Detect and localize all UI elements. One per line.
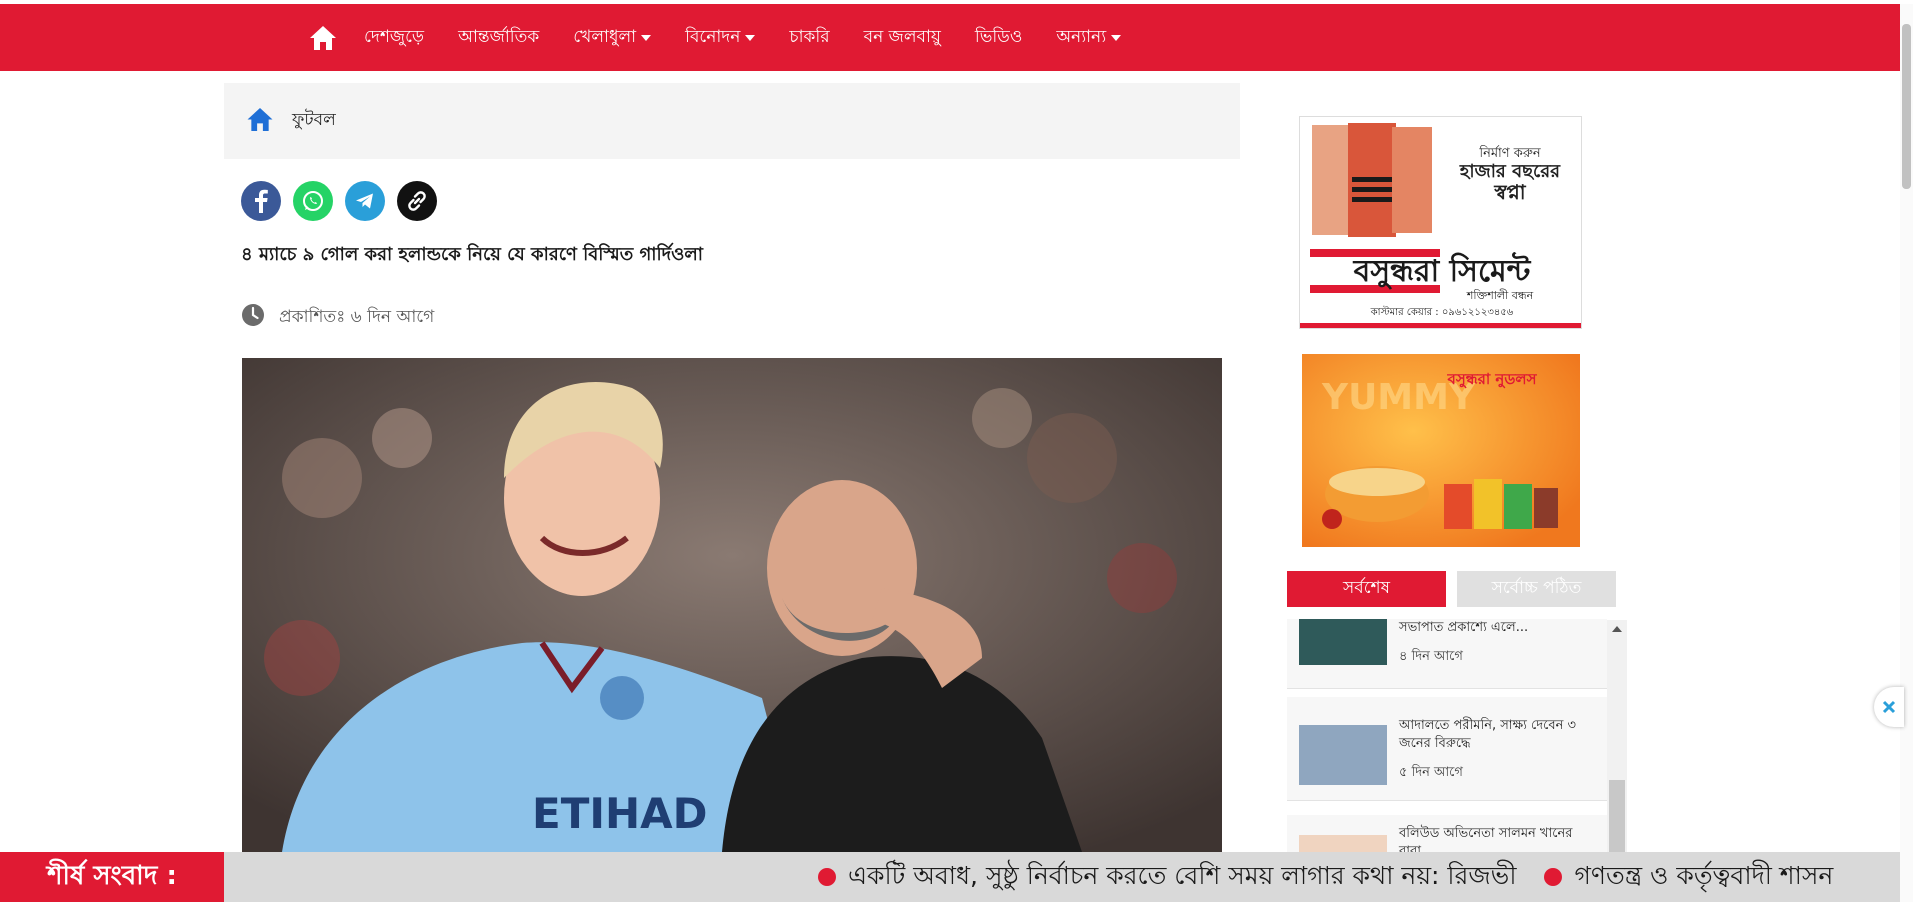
ad-banner-noodles[interactable]: YUMMY বসুন্ধরা নুডলস [1302, 354, 1580, 547]
nav-item-label: খেলাধুলা [573, 26, 637, 47]
published-label: প্রকাশিতঃ ৬ দিন আগে [279, 306, 435, 327]
news-list: সভাপাত প্রকাশ্যে এলে... ৪ দিন আগে আদালতে… [1287, 619, 1627, 852]
news-tabs: সর্বশেষ সর্বোচ্চ পঠিত [1287, 571, 1616, 607]
nav-item-label: বিনোদন [685, 26, 741, 47]
ad1-tagline3: স্বপ্না [1493, 180, 1526, 204]
ad1-sub: শক্তিশালী বন্ধন [1466, 289, 1534, 302]
scroll-thumb[interactable] [1609, 780, 1625, 852]
nav-item-entertainment[interactable]: বিনোদন [685, 24, 756, 52]
ad1-tagline1: নির্মাণ করুন [1478, 145, 1541, 161]
breadcrumb-category[interactable]: ফুটবল [292, 107, 336, 135]
nav-item-label: ভিডিও [974, 26, 1023, 47]
telegram-icon [356, 193, 373, 209]
main-navbar: দেশজুড়ে আন্তর্জাতিক খেলাধুলা বিনোদন চাক… [0, 4, 1900, 71]
ticker-item-text: গণতন্ত্র ও কর্তৃত্ববাদী শাসন [1574, 860, 1834, 890]
ad1-tagline2: হাজার বছরের [1459, 161, 1561, 182]
ticker-track: একটি অবাধ, সুষ্ঠু নির্বাচন করতে বেশি সময… [224, 852, 1900, 902]
nav-item-video[interactable]: ভিডিও [975, 24, 1022, 52]
ticker-label: শীর্ষ সংবাদ : [0, 852, 224, 902]
headline-ticker: শীর্ষ সংবাদ : একটি অবাধ, সুষ্ঠু নির্বাচন… [0, 852, 1900, 902]
ad1-brand: বসুন্ধরা সিমেন্ট [1353, 252, 1532, 290]
scroll-up-arrow-icon[interactable] [1612, 626, 1622, 632]
nav-item-others[interactable]: অন্যান্য [1056, 24, 1122, 52]
article-hero-image: ETIHAD [242, 358, 1222, 852]
svg-text:ETIHAD: ETIHAD [532, 789, 708, 838]
nav-item-jobs[interactable]: চাকরি [789, 24, 829, 52]
breadcrumb: ফুটবল [224, 83, 1240, 159]
tab-latest[interactable]: সর্বশেষ [1287, 571, 1446, 607]
ticker-item[interactable]: একটি অবাধ, সুষ্ঠু নির্বাচন করতে বেশি সময… [818, 856, 1516, 899]
telegram-share-button[interactable] [345, 181, 385, 221]
clock-icon [241, 303, 265, 332]
home-icon[interactable] [308, 23, 338, 53]
nav-item-label: চাকরি [789, 26, 830, 47]
news-title[interactable]: সভাপাত প্রকাশ্যে এলে... [1399, 619, 1589, 637]
caret-down-icon [745, 34, 756, 41]
list-item[interactable]: আদালতে পরীমনি, সাক্ষ্য দেবেন ৩ জনের বিরু… [1287, 697, 1607, 801]
news-thumbnail [1299, 725, 1387, 785]
link-icon [408, 191, 426, 211]
nav-item-label: দেশজুড়ে [364, 26, 425, 47]
bullet-dot-icon [818, 868, 836, 886]
caret-down-icon [1111, 34, 1122, 41]
bullet-dot-icon [1544, 868, 1563, 886]
ticker-item-text: একটি অবাধ, সুষ্ঠু নির্বাচন করতে বেশি সময… [848, 860, 1517, 890]
news-thumbnail [1299, 619, 1387, 665]
ticker-item[interactable]: গণতন্ত্র ও কর্তৃত্ববাদী শাসন [1544, 856, 1833, 899]
ad1-care: কাস্টমার কেয়ার : ০৯৬১২১২৩৪৫৬ [1370, 305, 1514, 318]
copy-link-button[interactable] [397, 181, 437, 221]
nav-item-deshjure[interactable]: দেশজুড়ে [364, 24, 424, 52]
page-scrollbar[interactable] [1900, 4, 1913, 902]
nav-item-international[interactable]: আন্তর্জাতিক [458, 24, 539, 52]
whatsapp-icon [303, 191, 323, 211]
news-title[interactable]: বলিউড অভিনেতা সালমন খানের বাবা [1399, 825, 1589, 852]
tab-most-read[interactable]: সর্বোচ্চ পঠিত [1457, 571, 1616, 607]
news-time: ৪ দিন আগে [1399, 649, 1463, 664]
nav-item-sports[interactable]: খেলাধুলা [573, 24, 652, 52]
ad2-brand: বসুন্ধরা নুডলস [1446, 370, 1537, 388]
page-scroll-thumb[interactable] [1902, 24, 1911, 189]
ad-banner-cement[interactable]: নির্মাণ করুন হাজার বছরের স্বপ্না বসুন্ধর… [1299, 116, 1582, 329]
article-headline: ৪ ম্যাচে ৯ গোল করা হলান্ডকে নিয়ে যে কার… [241, 244, 704, 265]
nav-item-label: আন্তর্জাতিক [458, 26, 540, 47]
nav-item-forest-climate[interactable]: বন জলবায়ু [864, 24, 941, 52]
list-item[interactable]: বলিউড অভিনেতা সালমন খানের বাবা [1287, 815, 1607, 852]
home-icon[interactable] [246, 107, 274, 136]
share-buttons [241, 181, 449, 221]
caret-down-icon [641, 34, 652, 41]
ticker-items: একটি অবাধ, সুষ্ঠু নির্বাচন করতে বেশি সময… [818, 852, 1861, 902]
nav-item-label: বন জলবায়ু [863, 26, 941, 47]
facebook-share-button[interactable] [241, 181, 281, 221]
news-thumbnail [1299, 835, 1387, 852]
list-item[interactable]: সভাপাত প্রকাশ্যে এলে... ৪ দিন আগে [1287, 619, 1607, 689]
nav-item-label: অন্যান্য [1056, 26, 1107, 47]
news-time: ৫ দিন আগে [1399, 765, 1463, 780]
nav-menu: দেশজুড়ে আন্তর্জাতিক খেলাধুলা বিনোদন চাক… [308, 4, 1155, 71]
news-title[interactable]: আদালতে পরীমনি, সাক্ষ্য দেবেন ৩ জনের বিরু… [1399, 717, 1589, 753]
close-icon[interactable] [1874, 687, 1904, 727]
whatsapp-share-button[interactable] [293, 181, 333, 221]
facebook-icon [255, 189, 268, 213]
news-list-scrollbar[interactable] [1607, 620, 1627, 852]
published-time: প্রকাশিতঃ ৬ দিন আগে [241, 303, 434, 332]
